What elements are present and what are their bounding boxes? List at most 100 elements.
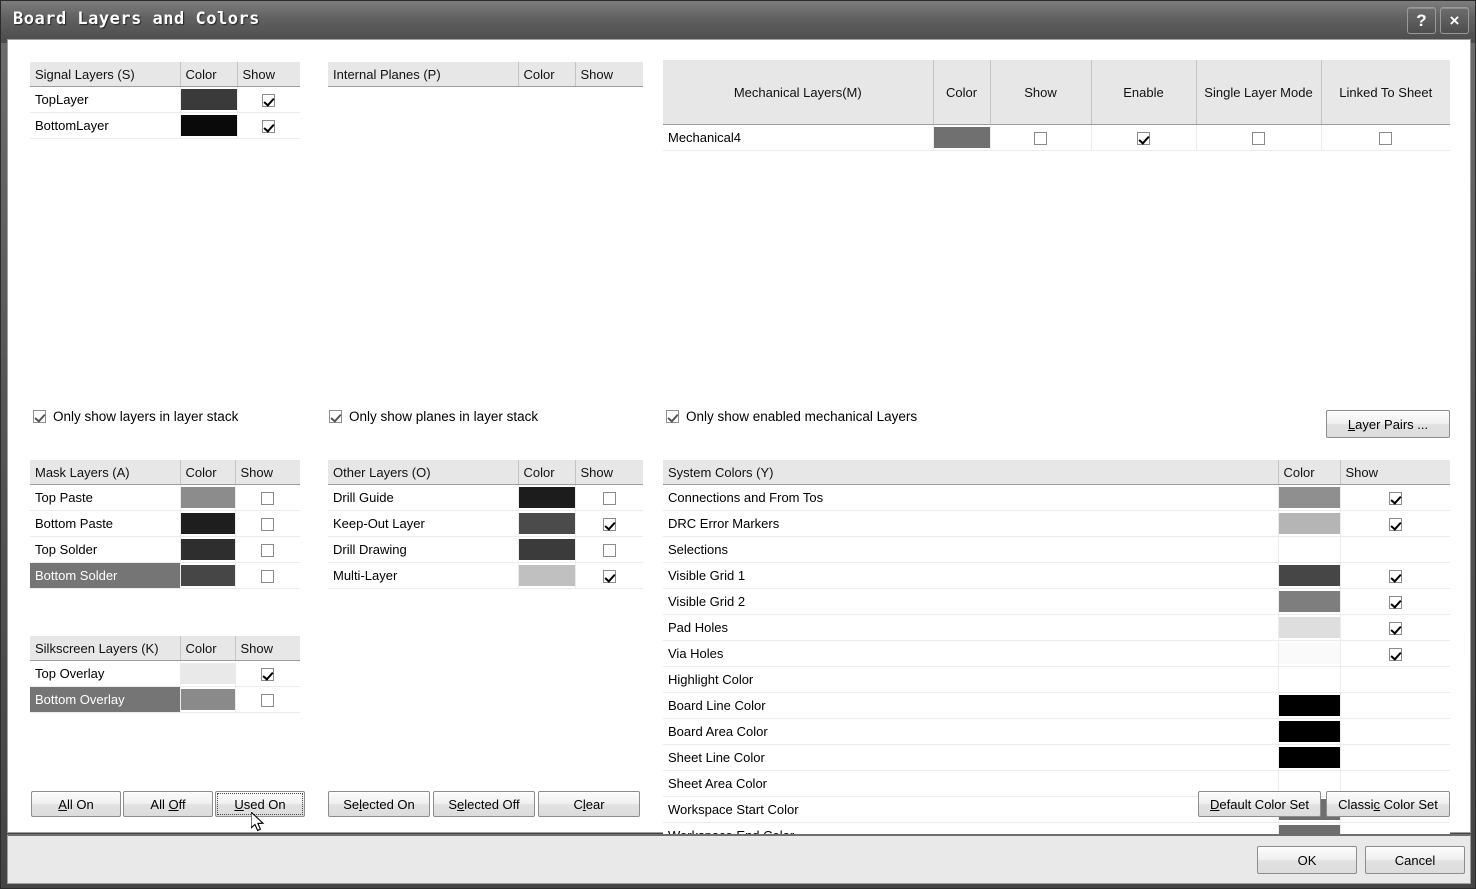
row-color-swatch[interactable] — [180, 89, 236, 110]
row-label[interactable]: Sheet Area Color — [663, 770, 1279, 797]
row-label[interactable]: Visible Grid 2 — [663, 588, 1279, 615]
row-color[interactable] — [1278, 510, 1341, 537]
row-color[interactable] — [1278, 588, 1341, 615]
row-show-checkbox[interactable] — [261, 518, 275, 532]
other-layers-table[interactable]: Other Layers (O) Color Show Drill Guide K… — [328, 460, 643, 589]
row-show[interactable] — [1340, 614, 1450, 641]
row-show[interactable] — [235, 536, 300, 563]
row-show[interactable] — [1340, 666, 1450, 693]
row-show[interactable] — [990, 124, 1092, 151]
row-color-swatch[interactable] — [1278, 643, 1339, 664]
help-icon[interactable]: ? — [1407, 7, 1436, 34]
row-single-layer-mode-checkbox[interactable] — [1252, 132, 1265, 146]
only-show-layers-option[interactable]: Only show layers in layer stack — [33, 409, 238, 424]
row-color[interactable] — [180, 562, 236, 589]
row-color[interactable] — [1278, 744, 1341, 771]
row-label[interactable]: BottomLayer — [30, 112, 181, 139]
used-on-button[interactable]: Used On — [215, 791, 305, 817]
table-row[interactable]: Top Paste — [30, 484, 300, 511]
row-show-checkbox[interactable] — [262, 94, 276, 108]
row-color-swatch[interactable] — [1278, 513, 1339, 534]
row-show-checkbox[interactable] — [602, 570, 616, 584]
row-show[interactable] — [575, 536, 643, 563]
row-label[interactable]: Via Holes — [663, 640, 1279, 667]
row-show-checkbox[interactable] — [1388, 492, 1402, 506]
row-color[interactable] — [518, 562, 576, 589]
row-color[interactable] — [180, 510, 236, 537]
table-row[interactable]: Sheet Line Color — [663, 744, 1450, 771]
col-header-mask-show[interactable]: Show — [235, 460, 300, 485]
table-row[interactable]: Keep-Out Layer — [328, 510, 643, 537]
row-show[interactable] — [575, 484, 643, 511]
row-color[interactable] — [1278, 614, 1341, 641]
row-show-checkbox[interactable] — [602, 518, 616, 532]
row-color[interactable] — [933, 124, 991, 151]
default-color-set-button[interactable]: Default Color Set — [1198, 791, 1321, 817]
row-show-checkbox[interactable] — [1034, 132, 1047, 146]
selected-off-button[interactable]: Selected Off — [433, 791, 535, 817]
col-header-silk-name[interactable]: Silkscreen Layers (K) — [30, 636, 181, 661]
col-header-planes-show[interactable]: Show — [575, 62, 643, 87]
table-row[interactable]: Selections — [663, 536, 1450, 563]
row-color[interactable] — [1278, 718, 1341, 745]
row-label[interactable]: Bottom Overlay — [30, 686, 181, 713]
only-show-planes-option[interactable]: Only show planes in layer stack — [329, 409, 538, 424]
clear-button[interactable]: Clear — [538, 791, 640, 817]
selected-on-button[interactable]: Selected On — [328, 791, 430, 817]
table-row[interactable]: Drill Guide — [328, 484, 643, 511]
row-label[interactable]: Workspace Start Color — [663, 796, 1279, 823]
row-show[interactable] — [1340, 692, 1450, 719]
table-row[interactable]: Connections and From Tos — [663, 484, 1450, 511]
row-show[interactable] — [1340, 562, 1450, 589]
row-show-checkbox[interactable] — [1388, 570, 1402, 584]
row-label[interactable]: Drill Guide — [328, 484, 519, 511]
table-row[interactable]: DRC Error Markers — [663, 510, 1450, 537]
mask-layers-table[interactable]: Mask Layers (A) Color Show Top Paste Bott… — [30, 460, 300, 589]
row-color-swatch[interactable] — [180, 487, 234, 508]
row-color-swatch[interactable] — [180, 565, 234, 586]
col-header-planes-name[interactable]: Internal Planes (P) — [328, 62, 519, 87]
row-color[interactable] — [180, 112, 238, 139]
ok-button[interactable]: OK — [1257, 846, 1357, 874]
row-label[interactable]: Board Area Color — [663, 718, 1279, 745]
row-show[interactable] — [237, 86, 300, 113]
silkscreen-layers-table[interactable]: Silkscreen Layers (K) Color Show Top Ove… — [30, 636, 300, 713]
row-color[interactable] — [518, 536, 576, 563]
row-color-swatch[interactable] — [180, 539, 234, 560]
row-color-swatch[interactable] — [1278, 617, 1339, 638]
row-color-swatch[interactable] — [180, 513, 234, 534]
row-show[interactable] — [575, 510, 643, 537]
col-header-silk-show[interactable]: Show — [235, 636, 300, 661]
row-label[interactable]: Selections — [663, 536, 1279, 563]
row-single-layer-mode[interactable] — [1196, 124, 1322, 151]
signal-layers-table[interactable]: Signal Layers (S) Color Show TopLayer Bot… — [30, 62, 300, 139]
row-color[interactable] — [1278, 484, 1341, 511]
row-color-swatch[interactable] — [1278, 747, 1339, 768]
col-header-mech-enable[interactable]: Enable — [1091, 60, 1197, 125]
row-show[interactable] — [235, 660, 300, 687]
col-header-system-name[interactable]: System Colors (Y) — [663, 460, 1279, 485]
row-label[interactable]: Top Solder — [30, 536, 181, 563]
only-show-mechanical-option[interactable]: Only show enabled mechanical Layers — [666, 409, 917, 424]
only-show-layers-checkbox[interactable] — [33, 410, 46, 423]
row-label[interactable]: DRC Error Markers — [663, 510, 1279, 537]
layer-pairs-button[interactable]: Layer Pairs ... — [1326, 410, 1450, 438]
col-header-silk-color[interactable]: Color — [180, 636, 236, 661]
row-color-swatch[interactable] — [180, 689, 234, 710]
col-header-system-show[interactable]: Show — [1340, 460, 1450, 485]
table-row[interactable]: Highlight Color — [663, 666, 1450, 693]
col-header-mask-name[interactable]: Mask Layers (A) — [30, 460, 181, 485]
row-label[interactable]: Board Line Color — [663, 692, 1279, 719]
row-color-swatch[interactable] — [518, 565, 574, 586]
table-row[interactable]: Bottom Overlay — [30, 686, 300, 713]
table-row[interactable]: TopLayer — [30, 86, 300, 113]
row-label[interactable]: Bottom Paste — [30, 510, 181, 537]
row-label[interactable]: Multi-Layer — [328, 562, 519, 589]
col-header-signal-color[interactable]: Color — [180, 62, 238, 87]
row-show-checkbox[interactable] — [261, 694, 275, 708]
row-color-swatch[interactable] — [518, 539, 574, 560]
title-bar[interactable]: Board Layers and Colors ? × — [1, 1, 1475, 43]
col-header-system-color[interactable]: Color — [1278, 460, 1341, 485]
row-show[interactable] — [1340, 588, 1450, 615]
row-color-swatch[interactable] — [1278, 695, 1339, 716]
